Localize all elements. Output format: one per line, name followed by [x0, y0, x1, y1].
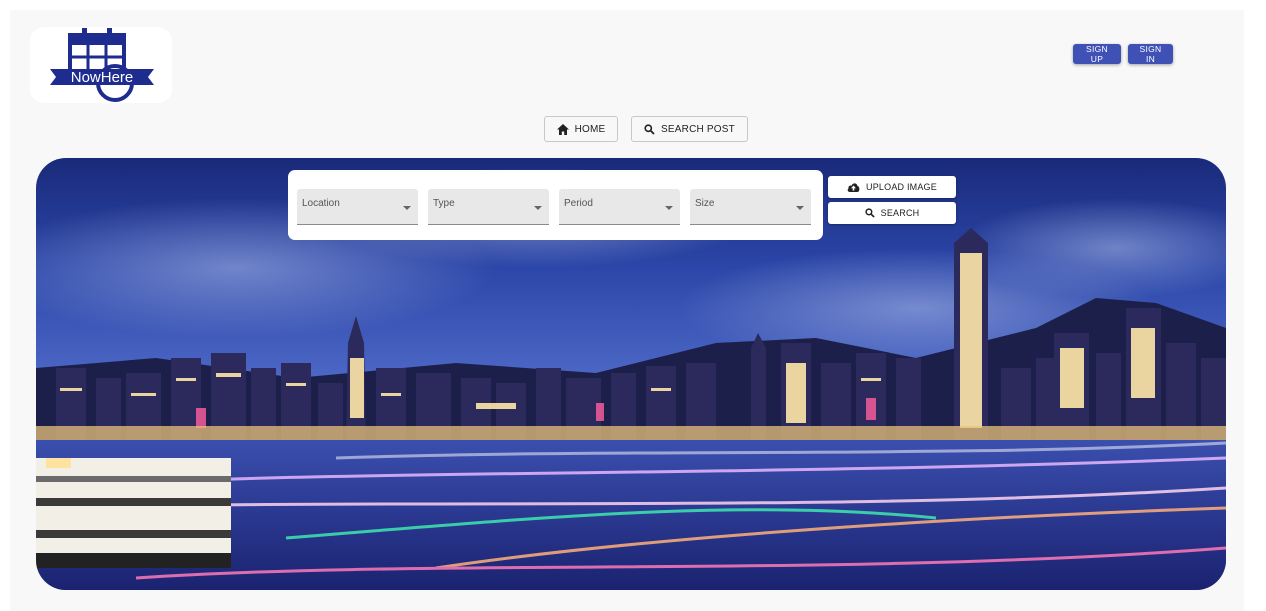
- chevron-down-icon: [665, 206, 673, 210]
- nav-search-post-button[interactable]: SEARCH POST: [631, 116, 748, 142]
- size-select[interactable]: Size: [690, 189, 811, 225]
- logo[interactable]: NowHere: [30, 27, 172, 103]
- page: NowHere SIGN UP SIGN IN HOME SEARCH POST: [10, 10, 1244, 611]
- sign-up-button[interactable]: SIGN UP: [1073, 44, 1121, 64]
- upload-image-button[interactable]: UPLOAD IMAGE: [828, 176, 956, 198]
- search-button-label: SEARCH: [880, 208, 920, 218]
- location-select[interactable]: Location: [297, 189, 418, 225]
- logo-text: NowHere: [71, 69, 134, 86]
- nav-search-post-label: SEARCH POST: [661, 123, 735, 135]
- type-select[interactable]: Type: [428, 189, 549, 225]
- search-button[interactable]: SEARCH: [828, 202, 956, 224]
- filter-panel: Location Type Period Size: [288, 170, 823, 240]
- upload-image-label: UPLOAD IMAGE: [866, 182, 937, 192]
- cloud-upload-icon: [847, 183, 860, 192]
- chevron-down-icon: [796, 206, 804, 210]
- nav-home-label: HOME: [574, 123, 606, 135]
- nav-home-button[interactable]: HOME: [544, 116, 618, 142]
- period-select[interactable]: Period: [559, 189, 680, 225]
- location-select-label: Location: [302, 198, 340, 209]
- size-select-label: Size: [695, 198, 715, 209]
- search-icon: [865, 208, 875, 218]
- nowhere-logo-icon: NowHere: [50, 28, 154, 102]
- chevron-down-icon: [403, 206, 411, 210]
- type-select-label: Type: [433, 198, 455, 209]
- sign-in-button[interactable]: SIGN IN: [1128, 44, 1173, 64]
- home-icon: [556, 123, 569, 135]
- chevron-down-icon: [534, 206, 542, 210]
- period-select-label: Period: [564, 198, 593, 209]
- search-icon: [644, 123, 655, 135]
